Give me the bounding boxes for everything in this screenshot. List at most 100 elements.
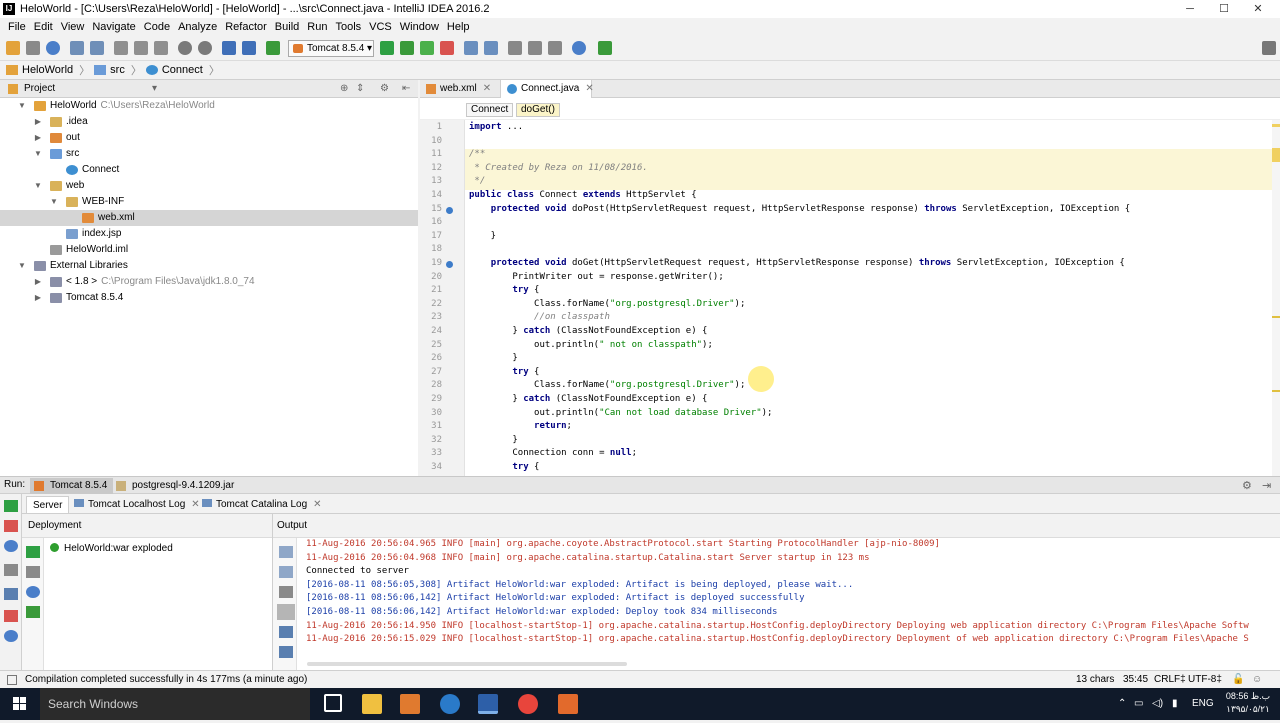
breadcrumb-src[interactable]: src 〉 [94,62,142,78]
code-line[interactable]: try { [469,462,539,472]
menu-code[interactable]: Code [140,21,174,33]
rerun-icon[interactable] [4,500,18,512]
stop-icon[interactable] [4,520,18,532]
code-line[interactable]: Class.forName("org.postgresql.Driver"); [469,380,745,390]
scroll-from-source-icon[interactable]: ⊕ [340,83,348,94]
collapsed-arrow-icon[interactable]: ▶ [34,130,42,146]
find-icon[interactable] [178,41,192,55]
deployment-artifact[interactable]: HeloWorld:war exploded [50,543,173,554]
print-icon[interactable] [279,626,293,638]
tree-item[interactable]: ▼ web [0,178,418,194]
hide-panel-icon[interactable]: ⇥ [1262,479,1271,492]
code-line[interactable]: try { [469,367,539,377]
code-line[interactable]: } [469,231,496,241]
code-line[interactable]: Connection conn = null; [469,448,637,458]
update-icon[interactable] [4,540,18,552]
override-icon[interactable] [446,206,453,214]
expanded-arrow-icon[interactable]: ▼ [18,98,26,114]
redo-icon[interactable] [90,41,104,55]
stop-icon[interactable] [440,41,454,55]
sync-icon[interactable] [46,41,60,55]
file-explorer-icon[interactable] [362,694,382,714]
editor-crumb-class[interactable]: Connect [466,103,514,117]
hide-panel-icon[interactable]: ⇤ [402,83,410,94]
collapse-all-icon[interactable]: ⇕ [356,83,364,94]
tree-item[interactable]: ▼ HeloWorld C:\Users\Reza\HeloWorld [0,98,418,114]
save-icon[interactable] [26,41,40,55]
code-line[interactable]: //on classpath [469,312,610,322]
code-line[interactable]: } [469,435,517,445]
code-line[interactable]: } catch (ClassNotFoundException e) { [469,394,707,404]
undo-icon[interactable] [70,41,84,55]
close-tab-icon[interactable]: ✕ [483,83,491,94]
subtab-catalina-log[interactable]: Tomcat Catalina Log ✕ [196,496,328,513]
open-folder-icon[interactable] [6,41,20,55]
stripe-marker[interactable] [1272,390,1280,392]
code-line[interactable]: public class Connect extends HttpServlet… [469,190,697,200]
tab-web-xml[interactable]: web.xml ✕ [420,80,500,98]
debug-icon[interactable] [400,41,414,55]
forward-icon[interactable] [242,41,256,55]
tree-item[interactable]: ▶ out [0,130,418,146]
run-tab-postgresql-jar[interactable]: postgresql-9.4.1209.jar [112,478,240,494]
keyboard-language[interactable]: ENG [1192,688,1214,720]
structure-icon[interactable] [508,41,522,55]
code-line[interactable]: * Created by Reza on 11/08/2016. [469,163,647,173]
tree-item[interactable]: ▼ WEB-INF [0,194,418,210]
gear-icon[interactable]: ⚙ [1242,479,1252,492]
soft-wrap-icon[interactable] [279,586,293,598]
menu-view[interactable]: View [57,21,89,33]
chrome-icon[interactable] [518,694,538,714]
code-line[interactable]: out.println(" not on classpath"); [469,340,713,350]
refresh-icon[interactable] [26,586,40,598]
android-icon[interactable] [548,41,562,55]
editor-crumb-method[interactable]: doGet() [516,103,560,117]
help-icon[interactable] [4,630,18,642]
task-view-icon[interactable] [324,694,342,712]
browser-icon[interactable] [440,694,460,714]
menu-analyze[interactable]: Analyze [174,21,221,33]
subtab-server[interactable]: Server [26,496,70,513]
run-configuration-select[interactable]: Tomcat 8.5.4 ▾ [288,40,374,57]
hierarchy-icon[interactable] [528,41,542,55]
expanded-arrow-icon[interactable]: ▼ [50,194,58,210]
toggle-tool-windows-icon[interactable] [7,675,17,685]
taskbar-clock[interactable]: 08:56 ب.ظ ۱۳۹۵/۰۵/۲۱ [1222,690,1274,716]
search-everywhere-icon[interactable] [1262,41,1276,55]
paste-icon[interactable] [154,41,168,55]
menu-window[interactable]: Window [396,21,443,33]
tab-connect-java[interactable]: Connect.java ✕ [500,80,594,98]
taskbar-search[interactable]: Search Windows [40,688,310,720]
line-separator[interactable]: CRLF‡ [1154,671,1186,688]
code-line[interactable]: try { [469,285,539,295]
code-line[interactable]: Class.forName("org.postgresql.Driver"); [469,299,745,309]
tree-item[interactable]: ▶ < 1.8 > C:\Program Files\Java\jdk1.8.0_7… [0,274,418,290]
collapsed-arrow-icon[interactable]: ▶ [34,114,42,130]
tree-item[interactable]: Connect [0,162,418,178]
network-icon[interactable]: ▭ [1134,688,1143,720]
code-line[interactable]: } [469,353,517,363]
expanded-arrow-icon[interactable]: ▼ [34,178,42,194]
menu-file[interactable]: File [4,21,30,33]
close-tab-icon[interactable]: ✕ [313,499,321,510]
code-line[interactable]: } catch (ClassNotFoundException e) { [469,326,707,336]
layout-icon[interactable] [4,564,18,576]
terminal-icon[interactable] [598,41,612,55]
artifact-icon[interactable] [26,606,40,618]
code-line[interactable]: protected void doPost(HttpServletRequest… [469,204,1131,214]
document-app-icon[interactable] [478,694,498,714]
volume-icon[interactable]: ◁) [1152,688,1163,720]
tree-item[interactable]: ▼ src [0,146,418,162]
menu-tools[interactable]: Tools [331,21,365,33]
scroll-to-end-icon[interactable] [277,604,295,620]
back-icon[interactable] [222,41,236,55]
battery-icon[interactable]: ▮ [1172,688,1178,720]
inspector-icon[interactable]: ☺ [1252,671,1262,688]
file-encoding[interactable]: UTF-8‡ [1188,671,1222,688]
project-structure-icon[interactable] [464,41,478,55]
code-line[interactable]: protected void doGet(HttpServletRequest … [469,258,1125,268]
project-view-selector[interactable]: Project [24,83,55,94]
tray-chevron-icon[interactable]: ⌃ [1118,688,1126,720]
horizontal-scrollbar[interactable] [307,662,627,666]
override-icon[interactable] [446,261,453,268]
